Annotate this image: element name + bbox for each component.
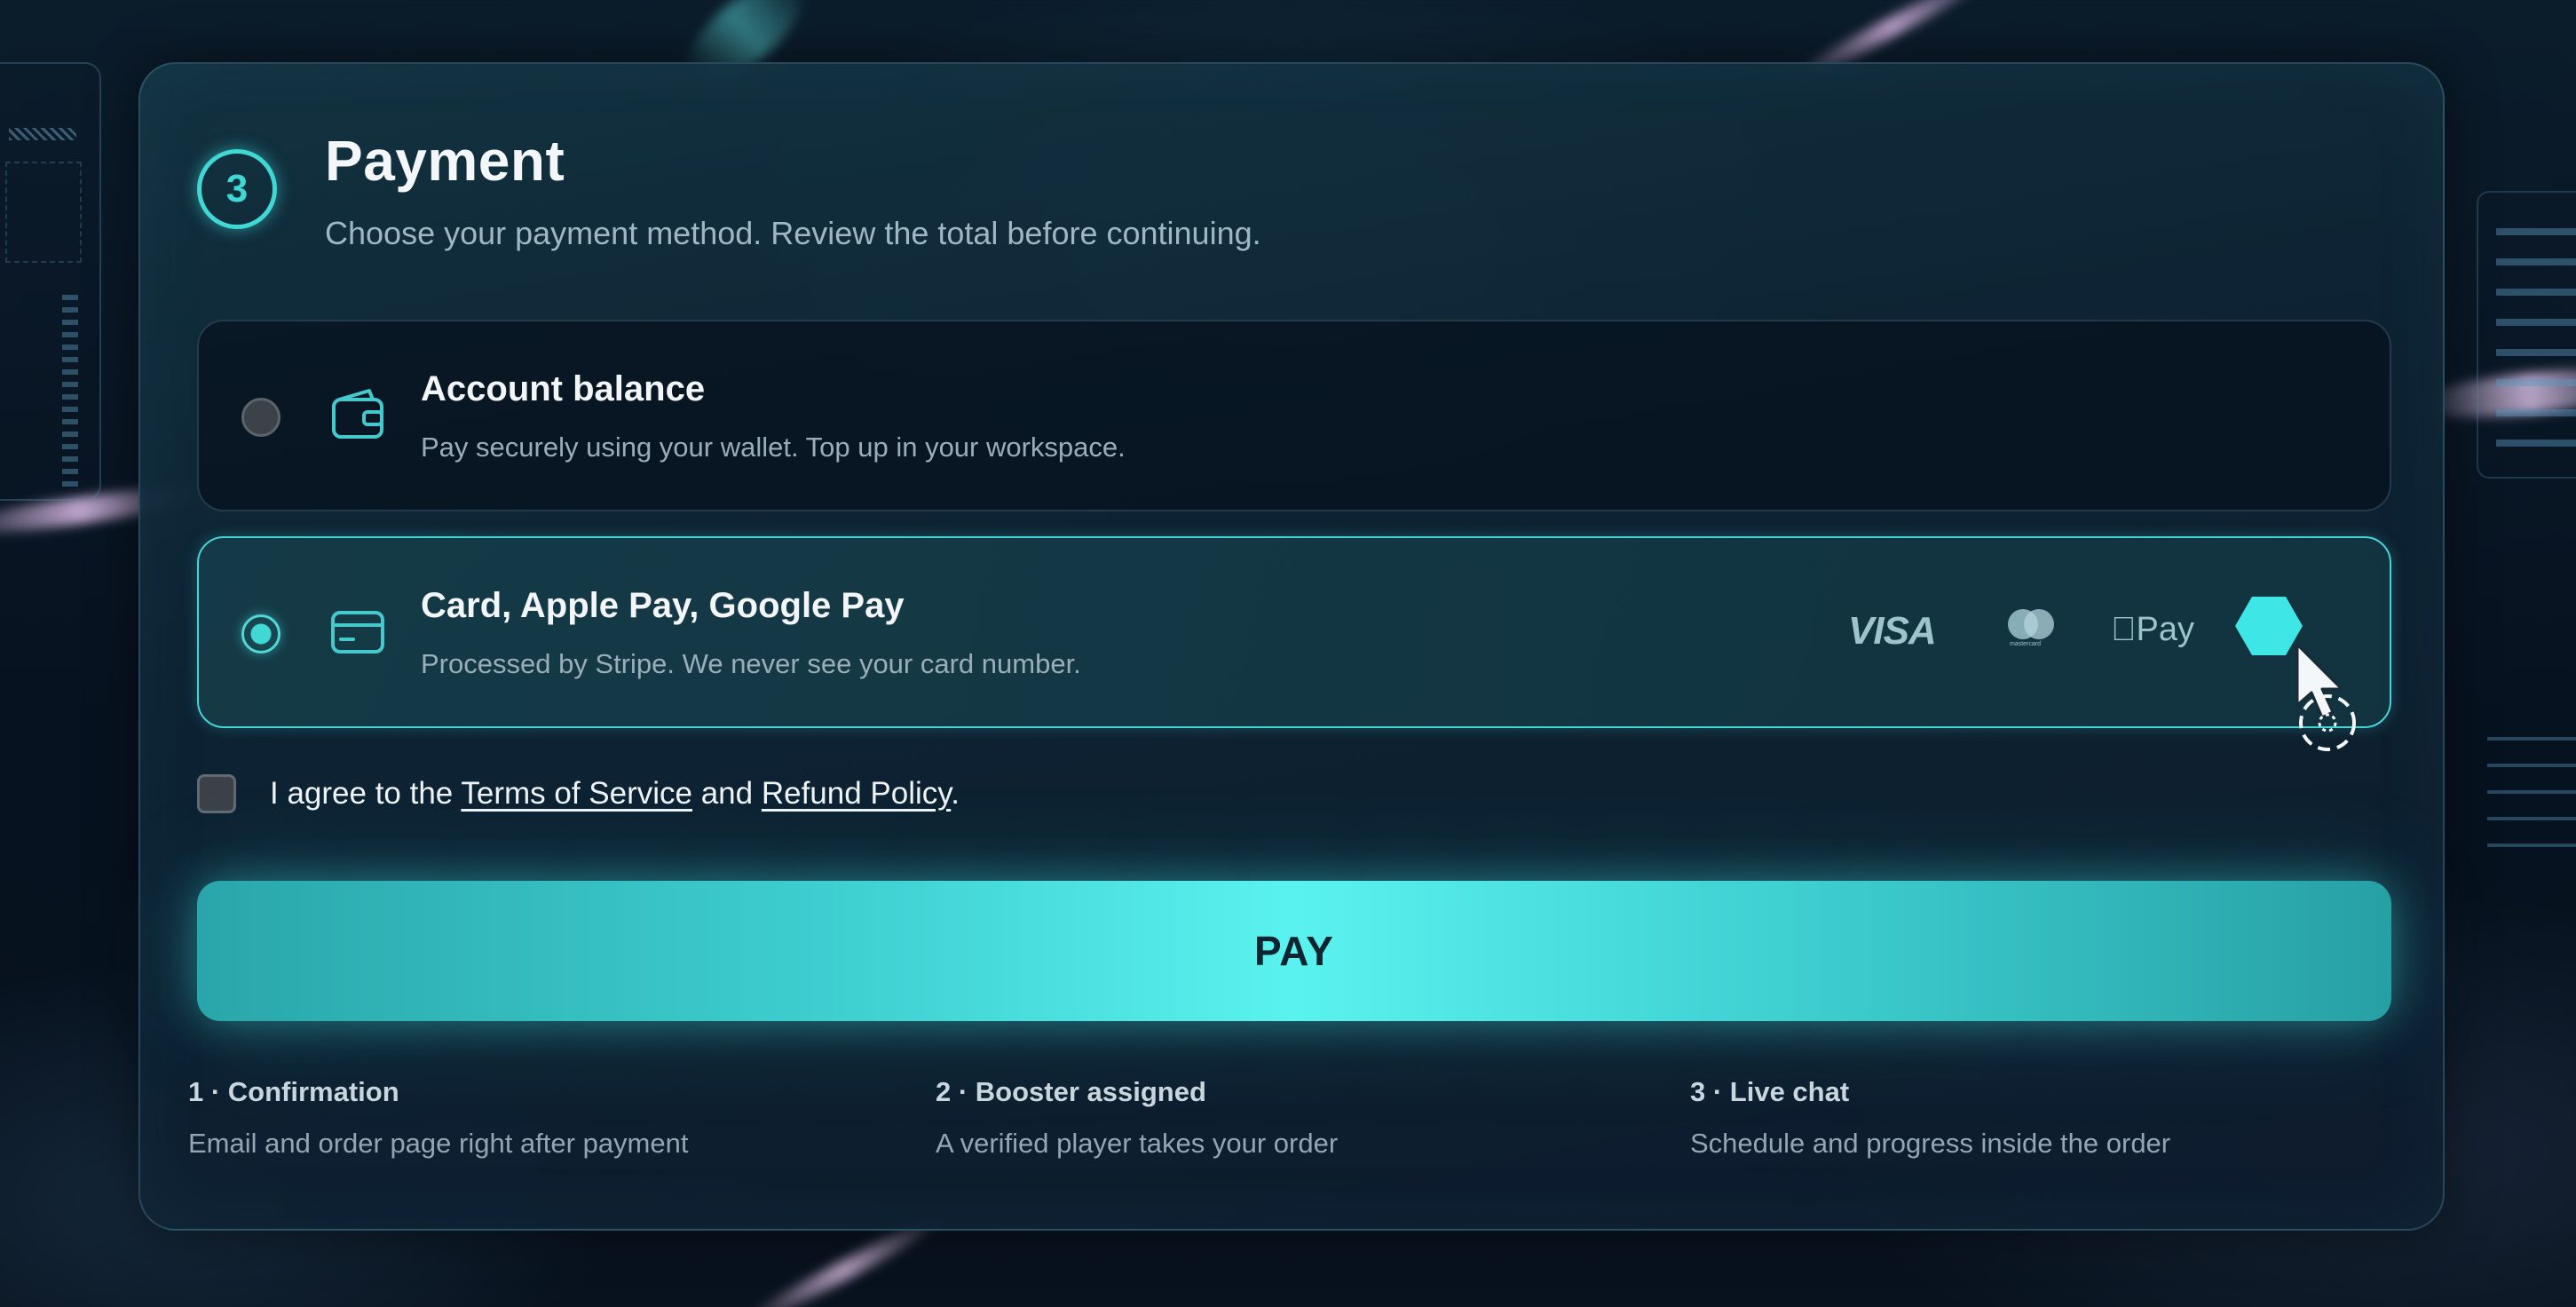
hexagon-icon [2235,597,2303,655]
option-description: Processed by Stripe. We never see your c… [421,648,1081,679]
next-step-description: Schedule and progress inside the order [1690,1128,2171,1159]
option-description: Pay securely using your wallet. Top up i… [421,432,1126,463]
hud-decoration-left [0,62,101,501]
next-step-title: 1 · Confirmation [188,1076,399,1107]
terms-of-service-link[interactable]: Terms of Service [461,776,692,811]
apple-pay-logo: Pay [2111,611,2194,648]
next-step-title: 2 · Booster assigned [936,1076,1206,1107]
next-step-description: Email and order page right after payment [188,1128,689,1159]
wallet-icon [332,389,383,439]
next-steps: 1 · Confirmation Email and order page ri… [188,1076,2407,1183]
option-title: Account balance [421,369,706,408]
page-subtitle: Choose your payment method. Review the t… [325,215,1261,251]
terms-agreement: I agree to the Terms of Service and Refu… [197,771,960,817]
radio-account-balance[interactable] [241,398,281,437]
page-title: Payment [325,129,565,193]
next-step-item: 1 · Confirmation Email and order page ri… [188,1076,688,1160]
mastercard-logo: mastercard [2006,609,2056,652]
card-brands: VISA mastercard Pay [1821,538,2390,726]
payment-option-card[interactable]: Card, Apple Pay, Google Pay Processed by… [197,536,2391,728]
radio-card[interactable] [241,614,281,654]
visa-logo: VISA [1848,609,1937,653]
terms-label: I agree to the Terms of Service and Refu… [270,776,960,811]
payment-option-account-balance[interactable]: Account balance Pay securely using your … [197,320,2391,511]
next-step-description: A verified player takes your order [936,1128,1339,1159]
terms-checkbox[interactable] [197,774,236,813]
refund-policy-link[interactable]: Refund Policy [762,776,951,811]
payment-card: 3 Payment Choose your payment method. Re… [138,62,2445,1231]
next-step-item: 2 · Booster assigned A verified player t… [936,1076,1338,1160]
step-number-badge: 3 [197,149,277,229]
pay-button[interactable]: PAY [197,881,2391,1021]
credit-card-icon [331,611,384,654]
option-title: Card, Apple Pay, Google Pay [421,586,905,625]
next-step-title: 3 · Live chat [1690,1076,1850,1107]
next-step-item: 3 · Live chat Schedule and progress insi… [1690,1076,2170,1160]
hud-decoration-right [2477,191,2576,479]
hud-decoration-right-lower [2478,728,2576,861]
